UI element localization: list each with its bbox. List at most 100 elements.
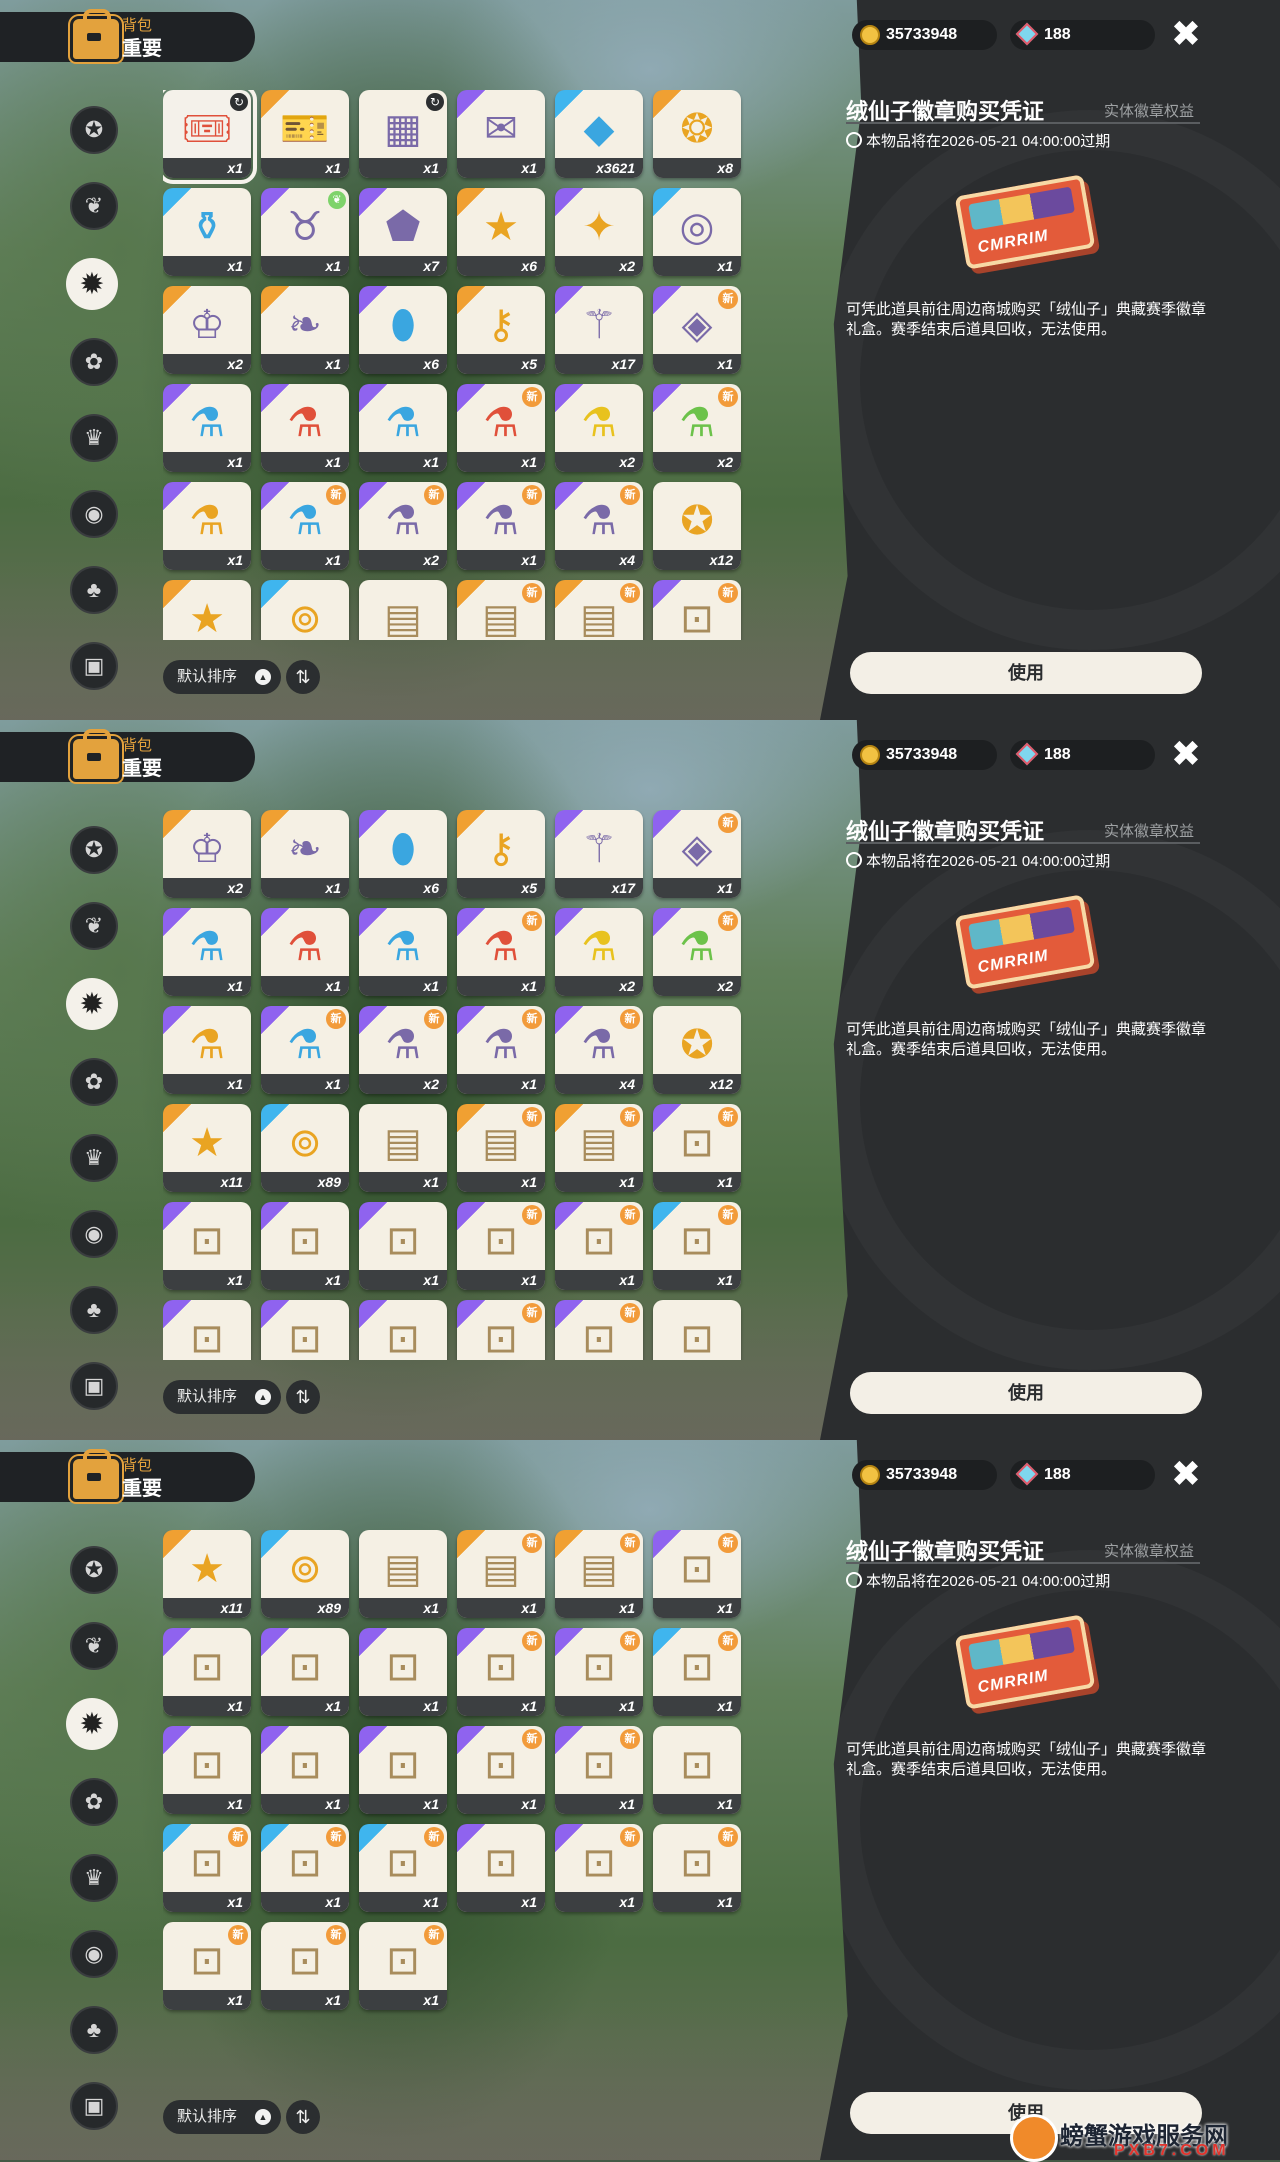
inventory-slot[interactable]: ★ x6 <box>457 188 545 276</box>
inventory-slot[interactable]: ⚚ x17 <box>555 810 643 898</box>
inventory-slot[interactable]: ★x11 <box>163 1104 251 1192</box>
use-button[interactable]: 使用 <box>850 652 1202 694</box>
inventory-slot[interactable]: ⊡新x1 <box>555 1202 643 1290</box>
inventory-slot[interactable]: ⊡新x1 <box>555 1824 643 1912</box>
inventory-slot[interactable]: ⚗ x1 <box>163 482 251 570</box>
inventory-slot[interactable]: ⚗ 新 x4 <box>555 482 643 570</box>
sort-dropdown[interactable]: 默认排序 ▲ <box>163 660 281 694</box>
inventory-slot[interactable]: ▤新x1 <box>457 1104 545 1192</box>
inventory-slot[interactable]: ⊡新x1 <box>653 1530 741 1618</box>
inventory-slot[interactable]: ♔ x2 <box>163 286 251 374</box>
item-grid-viewport[interactable]: 🎟↻x1🎫x1▦↻x1✉x1◆x3621❂x8⚱x1♉❦x1⬟x7★x6✦x2◎… <box>163 1530 753 2080</box>
inventory-slot[interactable]: ⚗ x1 <box>261 384 349 472</box>
inventory-slot[interactable]: ⚗ x2 <box>555 908 643 996</box>
inventory-slot[interactable]: ⊡新x1 <box>653 1628 741 1716</box>
inventory-slot[interactable]: ▤x1 <box>359 580 447 640</box>
inventory-slot[interactable]: ⚗ 新 x1 <box>457 384 545 472</box>
inventory-slot[interactable]: ⚗ 新 x1 <box>261 482 349 570</box>
inventory-slot[interactable]: ⊡新x1 <box>457 1628 545 1716</box>
acorn-icon[interactable]: ♣ <box>70 566 118 614</box>
inventory-slot[interactable]: ⬮ x6 <box>359 810 447 898</box>
inventory-slot[interactable]: ▤新x1 <box>555 1104 643 1192</box>
inventory-slot[interactable]: ◆ x3621 <box>555 90 643 178</box>
close-icon[interactable]: ✖ <box>1168 16 1204 52</box>
inventory-slot[interactable]: ✉ x1 <box>457 90 545 178</box>
inventory-slot[interactable]: ⊡新x1 <box>163 1922 251 2010</box>
inventory-slot[interactable]: ⚗ x2 <box>555 384 643 472</box>
inventory-slot[interactable]: ⊡新x1 <box>555 1628 643 1716</box>
inventory-slot[interactable]: ⊡新x1 <box>359 1824 447 1912</box>
inventory-slot[interactable]: ⚗ x1 <box>163 384 251 472</box>
inventory-slot[interactable]: ⚷ x5 <box>457 286 545 374</box>
inventory-slot[interactable]: ◈ 新 x1 <box>653 810 741 898</box>
chest-icon[interactable]: ▣ <box>70 1362 118 1410</box>
important-tab-label[interactable]: 重要 <box>122 32 162 61</box>
inventory-slot[interactable]: 🎟 ↻ x1 <box>163 90 257 184</box>
sprout-icon[interactable]: ✿ <box>70 1058 118 1106</box>
inventory-slot[interactable]: ▤新x1 <box>457 580 545 640</box>
inventory-slot[interactable]: ✪ x12 <box>653 482 741 570</box>
inventory-slot[interactable]: ⊡新x1 <box>457 1300 545 1360</box>
inventory-slot[interactable]: ⬟ x7 <box>359 188 447 276</box>
inventory-slot[interactable]: ⚗ 新 x4 <box>555 1006 643 1094</box>
item-grid-viewport[interactable]: 🎟↻x1🎫x1▦↻x1✉x1◆x3621❂x8⚱x1♉❦x1⬟x7★x6✦x2◎… <box>163 90 753 640</box>
inventory-slot[interactable]: ⊡新x1 <box>653 1202 741 1290</box>
inventory-slot[interactable]: ▤x1 <box>359 1530 447 1618</box>
inventory-slot[interactable]: ⊡x1 <box>359 1628 447 1716</box>
inventory-slot[interactable]: ❧ x1 <box>261 286 349 374</box>
inventory-slot[interactable]: ⚗ x1 <box>163 908 251 996</box>
inventory-slot[interactable]: ⚷ x5 <box>457 810 545 898</box>
sort-order-toggle-icon[interactable]: ⇅ <box>286 1380 320 1414</box>
inventory-slot[interactable]: ⚗ 新 x1 <box>457 482 545 570</box>
inventory-slot[interactable]: ⊡x1 <box>261 1726 349 1814</box>
close-icon[interactable]: ✖ <box>1168 736 1204 772</box>
inventory-slot[interactable]: ⚚ x17 <box>555 286 643 374</box>
badge-icon[interactable]: ✪ <box>70 106 118 154</box>
inventory-slot[interactable]: ⊡x1 <box>653 1300 741 1360</box>
crown-card-icon[interactable]: ♛ <box>70 1134 118 1182</box>
badge-icon[interactable]: ✪ <box>70 826 118 874</box>
leaf-icon[interactable]: ❦ <box>70 1622 118 1670</box>
sprout-icon[interactable]: ✿ <box>70 338 118 386</box>
sort-order-toggle-icon[interactable]: ⇅ <box>286 660 320 694</box>
inventory-slot[interactable]: ◎ x1 <box>653 188 741 276</box>
close-icon[interactable]: ✖ <box>1168 1456 1204 1492</box>
inventory-slot[interactable]: ▤x1 <box>359 1104 447 1192</box>
inventory-slot[interactable]: ♉ ❦ x1 <box>261 188 349 276</box>
leaf-icon[interactable]: ❦ <box>70 902 118 950</box>
inventory-slot[interactable]: ▤新x1 <box>457 1530 545 1618</box>
inventory-slot[interactable]: ⚗ x1 <box>163 1006 251 1094</box>
sprout-icon[interactable]: ✿ <box>70 1778 118 1826</box>
sort-order-toggle-icon[interactable]: ⇅ <box>286 2100 320 2134</box>
chest-icon[interactable]: ▣ <box>70 2082 118 2130</box>
inventory-slot[interactable]: ⊡新x1 <box>359 1922 447 2010</box>
inventory-slot[interactable]: ▤新x1 <box>555 580 643 640</box>
inventory-slot[interactable]: ⚗ 新 x1 <box>457 1006 545 1094</box>
inventory-slot[interactable]: ▦ ↻ x1 <box>359 90 447 178</box>
inventory-slot[interactable]: ⊡x1 <box>359 1202 447 1290</box>
crown-card-icon[interactable]: ♛ <box>70 414 118 462</box>
inventory-slot[interactable]: ⚗ 新 x2 <box>653 384 741 472</box>
inventory-slot[interactable]: ▤新x1 <box>555 1530 643 1618</box>
inventory-slot[interactable]: ◈ 新 x1 <box>653 286 741 374</box>
inventory-slot[interactable]: ⊡x1 <box>261 1628 349 1716</box>
inventory-slot[interactable]: ⚗ 新 x2 <box>359 482 447 570</box>
starburst-icon[interactable]: ✹ <box>66 1698 118 1750</box>
inventory-slot[interactable]: ⚗ x1 <box>359 384 447 472</box>
inventory-slot[interactable]: ⊡新x1 <box>555 1300 643 1360</box>
acorn-icon[interactable]: ♣ <box>70 1286 118 1334</box>
inventory-slot[interactable]: ⊡x1 <box>261 1202 349 1290</box>
inventory-slot[interactable]: ★x11 <box>163 1530 251 1618</box>
inventory-slot[interactable]: ⊡新x1 <box>163 1824 251 1912</box>
inventory-slot[interactable]: ✦ x2 <box>555 188 643 276</box>
use-button[interactable]: 使用 <box>850 1372 1202 1414</box>
inventory-slot[interactable]: ⊡新x1 <box>261 1922 349 2010</box>
inventory-slot[interactable]: ⚗ x1 <box>261 908 349 996</box>
inventory-slot[interactable]: ⊡新x1 <box>457 1726 545 1814</box>
inventory-slot[interactable]: ⊡x1 <box>261 1300 349 1360</box>
inventory-slot[interactable]: 🎫 x1 <box>261 90 349 178</box>
inventory-slot[interactable]: ❂ x8 <box>653 90 741 178</box>
inventory-slot[interactable]: ★x11 <box>163 580 251 640</box>
inventory-slot[interactable]: ⊡新x1 <box>261 1824 349 1912</box>
ball-icon[interactable]: ◉ <box>70 1930 118 1978</box>
